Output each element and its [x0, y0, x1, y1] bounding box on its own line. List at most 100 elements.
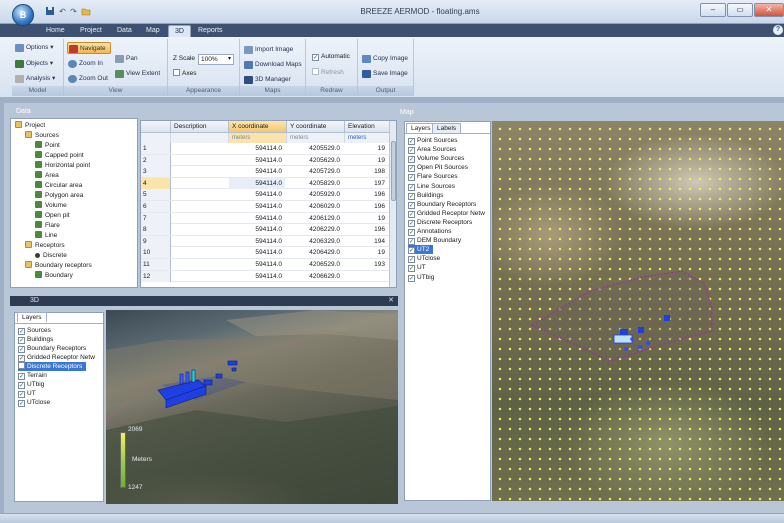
layer-checkbox[interactable]: ✓ [408, 201, 415, 209]
y-coordinate-cell[interactable]: 4205929.0 [287, 189, 343, 200]
x-coordinate-cell[interactable]: 594114.0 [229, 213, 285, 224]
x-coordinate-cell[interactable]: 594114.0 [229, 236, 285, 247]
y-coordinate-cell[interactable]: 4206529.0 [287, 259, 343, 270]
x-coordinate-cell[interactable]: 594114.0 [229, 271, 285, 282]
x-coordinate-cell[interactable]: 594114.0 [229, 189, 285, 200]
layer-item[interactable]: ✓ Buildings [18, 335, 53, 344]
layer-item[interactable]: ✓ Flare Sources [408, 172, 457, 182]
layer-item[interactable]: ✓ Gridded Receptor Netw [408, 209, 485, 218]
elevation-cell[interactable]: 196 [345, 201, 389, 212]
tree-node[interactable]: Horizontal point [35, 161, 90, 171]
maximize-button[interactable]: ▭ [727, 3, 753, 17]
options-button[interactable]: Options ▾ [14, 42, 62, 54]
elevation-cell[interactable]: 19 [345, 155, 389, 166]
pan-button[interactable]: Pan [114, 53, 164, 65]
layer-item[interactable]: ✓ Annotations [408, 227, 451, 236]
y-coordinate-cell[interactable]: 4206129.0 [287, 213, 343, 224]
layer-item[interactable]: ✓ Gridded Receptor Netw [18, 353, 95, 362]
layer-item[interactable]: ✓ Boundary Receptors [408, 200, 476, 209]
grid-scrollbar[interactable] [389, 121, 396, 287]
table-row[interactable]: 10 594114.0 4206429.0 19 [141, 247, 396, 259]
axes-checkbox[interactable]: Axes [173, 69, 196, 77]
tab-3d-layers[interactable]: Layers [17, 312, 47, 322]
tree-node[interactable]: Area [35, 171, 59, 181]
tab-map[interactable]: Map [140, 25, 166, 37]
layer-item[interactable]: ✓ Volume Sources [408, 154, 464, 164]
save-image-button[interactable]: Save Image [361, 68, 413, 80]
row-number[interactable]: 12 [141, 270, 171, 282]
close-icon[interactable]: ✕ [388, 296, 394, 306]
tab-home[interactable]: Home [40, 25, 71, 37]
x-coordinate-cell[interactable]: 594114.0 [229, 224, 285, 235]
application-menu-button[interactable]: B [12, 4, 34, 26]
y-coordinate-cell[interactable]: 4206029.0 [287, 201, 343, 212]
table-row[interactable]: 4 594114.0 4205829.0 197 [141, 177, 396, 190]
close-button[interactable]: ✕ [754, 3, 784, 17]
row-number[interactable]: 10 [141, 247, 171, 259]
layer-checkbox[interactable]: ✓ [18, 382, 25, 389]
layer-checkbox[interactable]: ✓ [408, 174, 415, 182]
layer-checkbox[interactable]: ✓ [408, 156, 415, 164]
tree-node[interactable]: Circular area [35, 181, 82, 191]
layer-item[interactable]: ✓ Point Sources [408, 136, 457, 145]
layer-checkbox[interactable]: ✓ [18, 337, 25, 344]
layer-item[interactable]: ✓ UT [18, 389, 36, 398]
row-number[interactable]: 5 [141, 189, 171, 201]
elevation-cell[interactable]: 196 [345, 189, 389, 200]
table-row[interactable]: 9 594114.0 4206329.0 194 [141, 235, 396, 248]
tab-3d[interactable]: 3D [168, 25, 191, 37]
tree-node[interactable]: Open pit [35, 211, 70, 221]
layer-checkbox[interactable]: ✓ [18, 346, 25, 353]
row-number[interactable]: 4 [141, 177, 171, 189]
save-icon[interactable] [44, 6, 55, 17]
table-row[interactable]: 2 594114.0 4205629.0 19 [141, 154, 396, 167]
table-row[interactable]: 7 594114.0 4206129.0 19 [141, 212, 396, 225]
table-row[interactable]: 6 594114.0 4206029.0 196 [141, 201, 396, 213]
elevation-cell[interactable]: 198 [345, 166, 389, 177]
layer-checkbox[interactable]: ✓ [408, 165, 415, 173]
x-coordinate-cell[interactable]: 594114.0 [229, 201, 285, 212]
table-row[interactable]: 1 594114.0 4205529.0 19 [141, 143, 396, 155]
copy-image-button[interactable]: Copy Image [361, 53, 413, 65]
layer-checkbox[interactable]: ✓ [18, 400, 25, 407]
tree-node[interactable]: Polygon area [35, 191, 83, 201]
y-coordinate-cell[interactable]: 4206329.0 [287, 236, 343, 247]
y-coordinate-cell[interactable]: 4205629.0 [287, 155, 343, 166]
y-coordinate-cell[interactable]: 4205529.0 [287, 143, 343, 154]
navigate-button[interactable]: Navigate [67, 42, 111, 54]
layer-item[interactable]: ✓ UTclose [408, 254, 440, 264]
row-number[interactable]: 7 [141, 212, 171, 224]
table-row[interactable]: 5 594114.0 4205929.0 196 [141, 189, 396, 201]
layer-checkbox[interactable]: ✓ [18, 373, 25, 380]
layer-checkbox[interactable]: ✓ [408, 247, 415, 255]
3d-manager-button[interactable]: 3D Manager [243, 74, 303, 86]
layer-item[interactable]: ✓ Boundary Receptors [18, 344, 86, 353]
elevation-cell[interactable]: 19 [345, 143, 389, 154]
layer-checkbox[interactable]: ✓ [408, 256, 415, 264]
layer-checkbox[interactable]: ✓ [408, 219, 415, 227]
open-icon[interactable] [80, 6, 91, 17]
tree-node[interactable]: Capped point [35, 151, 84, 161]
undo-icon[interactable]: ↶ [57, 6, 68, 17]
row-number[interactable]: 1 [141, 143, 171, 154]
tree-node[interactable]: Discrete [35, 251, 67, 261]
layer-item[interactable]: ✓ Buildings [408, 191, 443, 200]
grid-scroll-thumb[interactable] [391, 141, 396, 201]
download-maps-button[interactable]: Download Maps [243, 59, 305, 71]
help-icon[interactable]: ? [773, 25, 783, 35]
layer-item[interactable]: Discrete Receptors [18, 362, 87, 371]
tree-node[interactable]: Receptors [25, 241, 65, 251]
y-coordinate-cell[interactable]: 4206429.0 [287, 247, 343, 258]
table-row[interactable]: 8 594114.0 4206229.0 196 [141, 224, 396, 236]
elevation-cell[interactable]: 19 [345, 247, 389, 258]
tree-node[interactable]: Project [15, 121, 45, 131]
y-coordinate-cell[interactable]: 4205729.0 [287, 166, 343, 177]
tab-data[interactable]: Data [111, 25, 138, 37]
x-coordinate-cell[interactable]: 594114.0 [229, 177, 285, 189]
tab-reports[interactable]: Reports [192, 25, 229, 37]
layer-checkbox[interactable]: ✓ [408, 274, 415, 282]
tab-map-labels[interactable]: Labels [432, 123, 462, 133]
tree-node[interactable]: Line [35, 231, 57, 241]
layer-checkbox[interactable]: ✓ [18, 355, 25, 362]
refresh-button[interactable]: Refresh [312, 68, 344, 76]
